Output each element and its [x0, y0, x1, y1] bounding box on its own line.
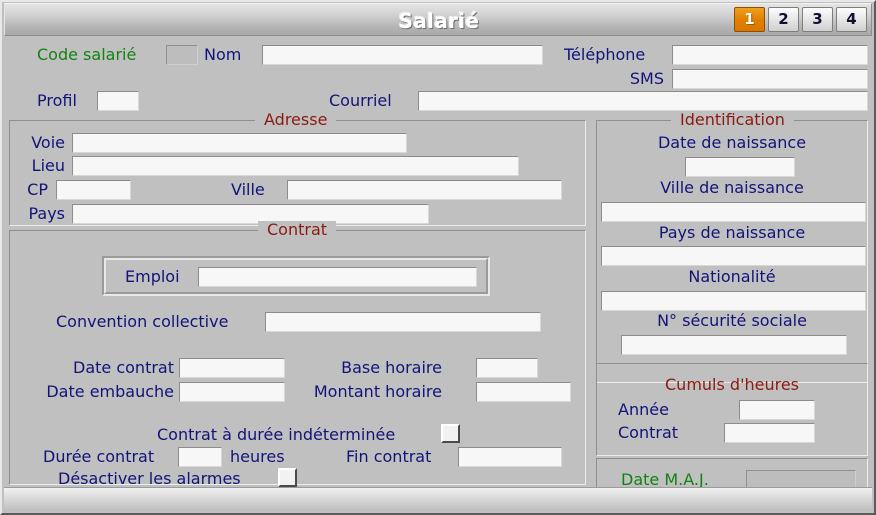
identification-legend: Identification: [671, 111, 794, 129]
salarie-form-window: Salarié 1 2 3 4 Code salarié Nom Télépho…: [0, 0, 876, 515]
pays-label: Pays: [28, 204, 65, 223]
ville-naissance-label: Ville de naissance: [660, 178, 804, 197]
nationalite-field[interactable]: [601, 291, 866, 311]
cdi-checkbox[interactable]: [441, 424, 460, 443]
pays-field[interactable]: [72, 204, 429, 224]
adresse-legend: Adresse: [255, 111, 337, 129]
fin-contrat-field[interactable]: [458, 447, 562, 467]
lieu-label: Lieu: [31, 156, 65, 175]
desactiver-alarmes-label: Désactiver les alarmes: [58, 469, 241, 488]
cp-field[interactable]: [56, 180, 131, 200]
convention-collective-label: Convention collective: [56, 312, 229, 331]
date-contrat-label: Date contrat: [73, 358, 174, 377]
cumuls-annee-field[interactable]: [739, 400, 815, 420]
courriel-label: Courriel: [329, 91, 392, 110]
cdi-label: Contrat à durée indéterminée: [157, 425, 396, 444]
title-bar: Salarié 1 2 3 4: [4, 3, 872, 36]
date-naissance-field[interactable]: [685, 157, 795, 177]
cumuls-annee-label: Année: [618, 400, 669, 419]
sms-label: SMS: [629, 69, 664, 88]
date-naissance-label: Date de naissance: [657, 133, 807, 152]
duree-contrat-field[interactable]: [178, 447, 222, 467]
date-contrat-field[interactable]: [179, 358, 285, 378]
pays-naissance-field[interactable]: [601, 246, 866, 266]
status-bar: [4, 487, 872, 511]
num-secu-label: N° sécurité sociale: [657, 311, 807, 330]
num-secu-field[interactable]: [621, 335, 847, 355]
cp-label: CP: [27, 180, 48, 199]
ville-naissance-field[interactable]: [601, 202, 866, 222]
convention-collective-field[interactable]: [265, 312, 541, 332]
base-horaire-field[interactable]: [476, 358, 538, 378]
code-salarie-label: Code salarié: [37, 45, 137, 64]
profil-field[interactable]: [97, 91, 139, 111]
telephone-field[interactable]: [672, 45, 868, 65]
date-embauche-field[interactable]: [179, 382, 285, 402]
montant-horaire-field[interactable]: [476, 382, 571, 402]
tab-2[interactable]: 2: [768, 7, 799, 32]
nom-field[interactable]: [262, 45, 543, 65]
profil-label: Profil: [37, 91, 77, 110]
form-content: Code salarié Nom Téléphone SMS Profil Co…: [4, 38, 872, 502]
pays-naissance-label: Pays de naissance: [658, 223, 806, 242]
tab-3[interactable]: 3: [802, 7, 833, 32]
nom-label: Nom: [204, 45, 242, 64]
base-horaire-label: Base horaire: [341, 358, 442, 377]
duree-contrat-label: Durée contrat: [43, 447, 155, 466]
cumuls-contrat-field[interactable]: [724, 423, 815, 443]
ville-field[interactable]: [287, 180, 562, 200]
courriel-field[interactable]: [418, 91, 868, 111]
tab-1[interactable]: 1: [734, 7, 765, 32]
fin-contrat-label: Fin contrat: [346, 447, 432, 466]
emploi-field[interactable]: [198, 267, 477, 287]
tab-4[interactable]: 4: [836, 7, 867, 32]
telephone-label: Téléphone: [564, 45, 646, 64]
desactiver-alarmes-checkbox[interactable]: [278, 468, 297, 487]
heures-label: heures: [230, 447, 285, 466]
contrat-legend: Contrat: [258, 221, 337, 239]
tab-strip: 1 2 3 4: [734, 7, 867, 32]
cumuls-legend: Cumuls d'heures: [665, 375, 799, 394]
nationalite-label: Nationalité: [688, 267, 776, 286]
emploi-label: Emploi: [125, 267, 180, 286]
lieu-field[interactable]: [72, 156, 519, 176]
voie-field[interactable]: [72, 133, 407, 153]
montant-horaire-label: Montant horaire: [313, 382, 442, 401]
ville-label: Ville: [231, 180, 265, 199]
code-salarie-field[interactable]: [166, 45, 198, 65]
sms-field[interactable]: [672, 69, 868, 89]
voie-label: Voie: [31, 133, 65, 152]
cumuls-contrat-label: Contrat: [618, 423, 679, 442]
date-embauche-label: Date embauche: [46, 382, 174, 401]
